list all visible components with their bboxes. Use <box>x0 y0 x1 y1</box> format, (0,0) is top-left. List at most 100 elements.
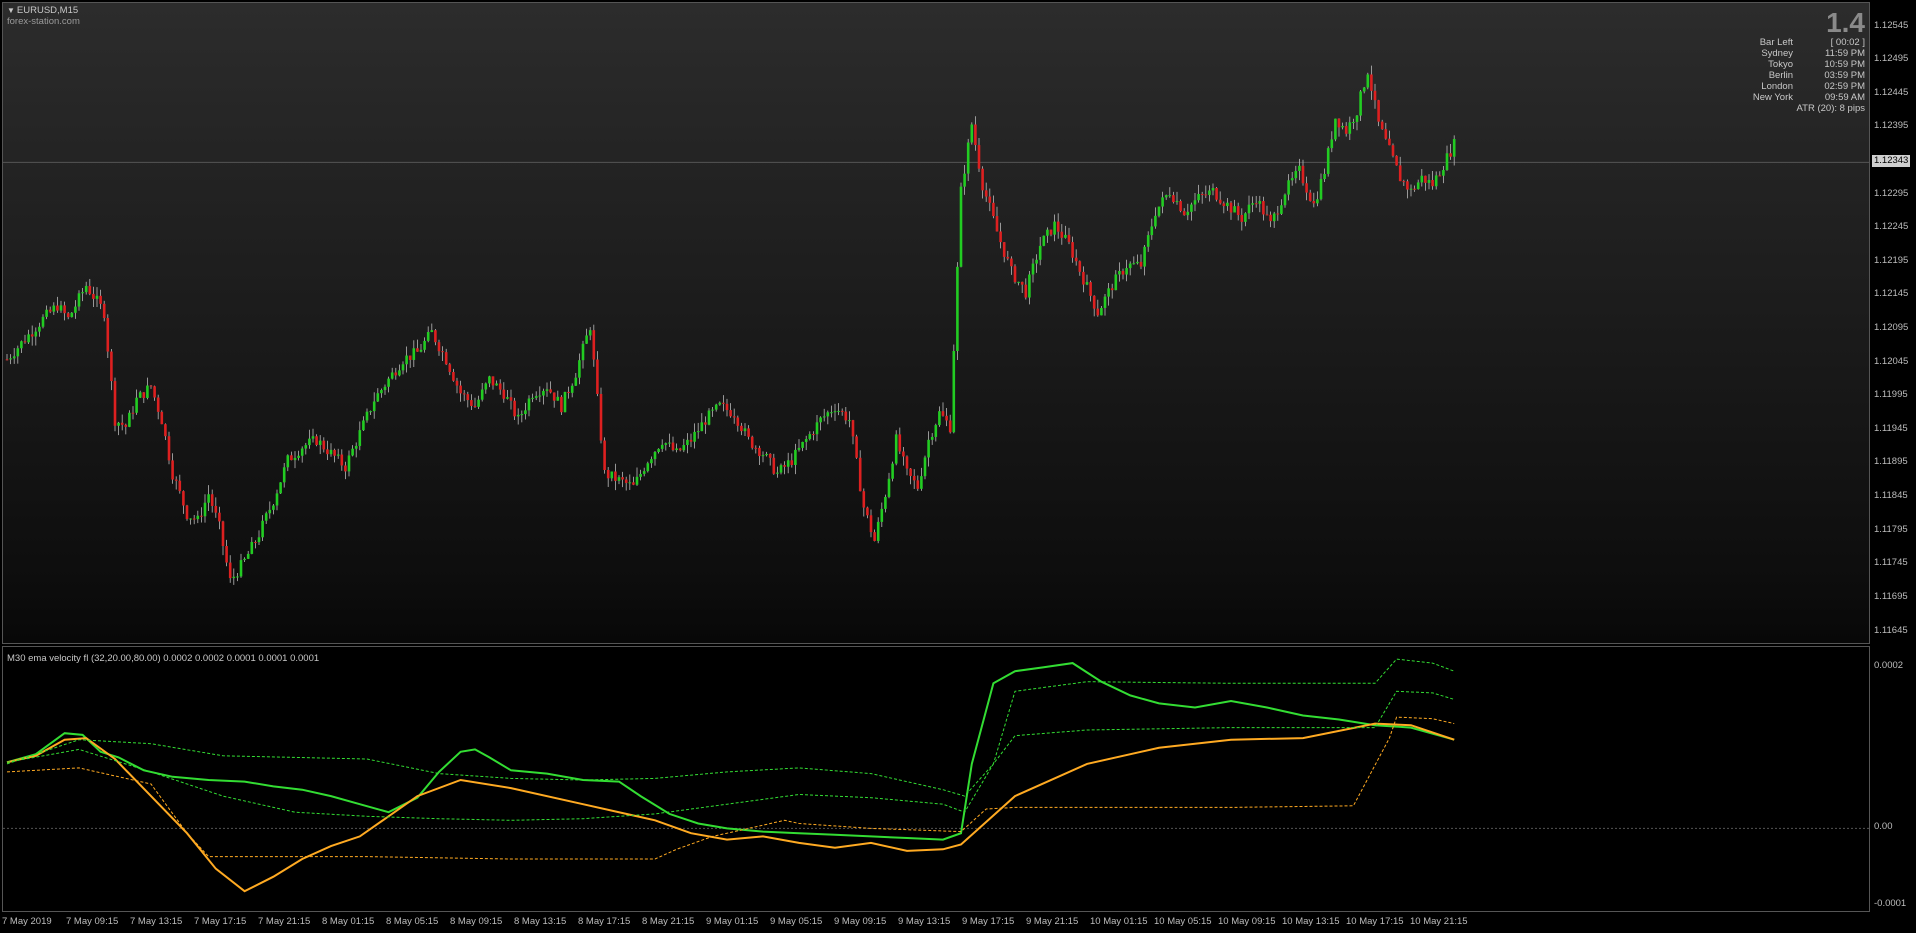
candle <box>1103 294 1107 316</box>
candle <box>408 355 412 368</box>
candle <box>700 413 704 432</box>
candle <box>74 300 77 319</box>
candle <box>945 407 948 427</box>
candle <box>254 540 257 549</box>
candle <box>160 410 164 425</box>
chevron-down-icon[interactable]: ▼ <box>7 6 15 15</box>
candle <box>41 314 45 329</box>
indicator-chart[interactable] <box>3 647 1870 912</box>
candle <box>923 455 927 480</box>
candle <box>606 467 610 487</box>
candle <box>1366 72 1370 90</box>
candle <box>398 364 401 377</box>
price-axis[interactable]: 1.12545 1.12495 1.12445 1.12395 1.12295 1.122… <box>1870 2 1916 644</box>
candle <box>1323 168 1326 183</box>
candle <box>1380 119 1384 130</box>
candle <box>45 305 48 320</box>
candle <box>455 377 459 394</box>
indicator-pane[interactable]: M30 ema velocity fl (32,20.00,80.00) 0.0… <box>2 646 1870 912</box>
candle <box>1100 306 1103 316</box>
candle <box>531 393 534 403</box>
candle <box>362 416 365 431</box>
candle <box>743 423 747 436</box>
candle <box>318 435 322 455</box>
candle <box>225 539 228 567</box>
candle <box>794 443 797 475</box>
candle <box>1316 191 1319 207</box>
candle <box>725 398 729 417</box>
price-chart-pane[interactable]: ▼ EURUSD,M15 forex-station.com 1.4 Bar Le… <box>2 2 1870 644</box>
candle <box>120 414 124 431</box>
candle <box>1193 193 1197 212</box>
candle <box>1042 235 1046 247</box>
candle <box>556 390 560 401</box>
candle <box>1211 183 1215 196</box>
candle <box>527 395 531 417</box>
price-tick-label: 1.11645 <box>1874 624 1908 636</box>
info-panel: 1.4 Bar Left[ 00:02 ] Sydney 11:59 PM Tokyo… <box>1715 7 1865 115</box>
candle <box>1233 199 1236 213</box>
candle <box>732 408 736 424</box>
candle <box>192 514 196 525</box>
candle <box>495 380 498 386</box>
candle <box>1247 195 1251 220</box>
candle <box>1265 205 1269 216</box>
candle <box>513 397 516 420</box>
candle <box>498 379 502 395</box>
candle <box>218 506 221 530</box>
session-row: Sydney 11:59 PM <box>1715 48 1865 59</box>
candle <box>333 448 336 463</box>
candle <box>1341 122 1344 130</box>
candle <box>1089 280 1092 302</box>
candle <box>66 311 70 320</box>
candle <box>214 497 218 518</box>
time-tick-label: 8 May 17:15 <box>578 916 631 927</box>
candle <box>480 382 484 402</box>
candle <box>1283 193 1287 208</box>
candle <box>1373 83 1377 109</box>
candle <box>448 362 452 376</box>
candle <box>1272 211 1276 228</box>
candle <box>1276 205 1280 221</box>
candle <box>30 325 34 346</box>
candle <box>473 397 477 408</box>
candle <box>1143 244 1146 276</box>
session-label: Tokyo <box>1768 59 1793 70</box>
candle <box>1215 186 1218 202</box>
candle <box>1434 171 1438 190</box>
candle <box>149 385 153 389</box>
candle <box>1186 203 1190 221</box>
candle <box>419 344 423 353</box>
indicator-axis[interactable]: 0.0002 0.00 -0.0001 <box>1870 646 1916 912</box>
candle <box>405 346 408 373</box>
candle <box>416 339 419 352</box>
candle <box>909 467 912 485</box>
candle <box>502 382 506 403</box>
candle <box>866 506 869 519</box>
candle <box>804 435 808 451</box>
candle <box>812 431 815 441</box>
candle <box>250 537 254 555</box>
candle <box>293 451 297 469</box>
candle <box>246 550 250 560</box>
session-row: Tokyo 10:59 PM <box>1715 59 1865 70</box>
candle <box>592 324 596 367</box>
candle <box>653 450 657 466</box>
price-tick-label: 1.12395 <box>1874 120 1909 132</box>
candle <box>1424 175 1427 191</box>
candle <box>394 367 398 380</box>
candle <box>1438 171 1442 177</box>
candle <box>38 322 41 337</box>
candlestick-chart[interactable] <box>3 3 1870 644</box>
candle <box>992 195 995 219</box>
candle <box>351 445 354 457</box>
time-tick-label: 10 May 05:15 <box>1154 916 1212 927</box>
candle <box>974 116 977 151</box>
candle <box>311 428 315 443</box>
time-axis[interactable]: 7 May 2019 7 May 09:15 7 May 13:15 7 May 17… <box>0 912 1916 933</box>
candle <box>1164 194 1168 200</box>
spread-value: 1.4 <box>1826 7 1865 38</box>
candle <box>174 476 178 490</box>
candle <box>286 454 290 472</box>
candle <box>1254 195 1258 208</box>
